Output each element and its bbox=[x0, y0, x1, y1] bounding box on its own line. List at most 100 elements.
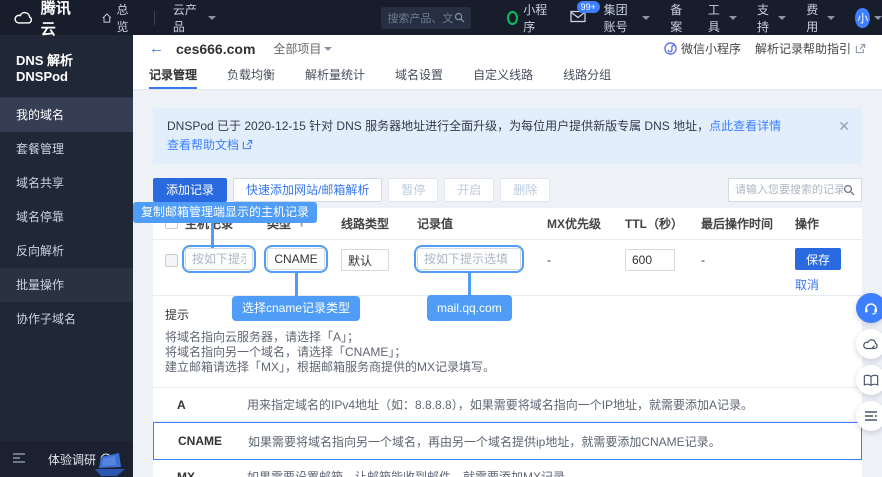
quick-add-button[interactable]: 快速添加网站/邮箱解析 bbox=[233, 178, 382, 202]
sidebar-item-domain-parking[interactable]: 域名停靠 bbox=[0, 200, 133, 234]
miniprogram-icon bbox=[507, 11, 518, 25]
survey-list-button[interactable] bbox=[856, 401, 882, 431]
banner-doc-link[interactable]: 查看帮助文档 bbox=[167, 138, 239, 152]
divider bbox=[154, 11, 155, 25]
tip-line: 将域名指向另一个域名，请选择「CNAME」； bbox=[165, 345, 850, 360]
record-value-input[interactable] bbox=[417, 248, 521, 270]
nav-messages[interactable]: 99+ bbox=[570, 10, 586, 26]
last-op-value: - bbox=[701, 248, 783, 267]
record-search-input[interactable] bbox=[735, 184, 843, 196]
project-filter-dropdown[interactable]: 全部项目 bbox=[273, 40, 332, 57]
save-button[interactable]: 保存 bbox=[795, 248, 841, 270]
chevron-down-icon[interactable] bbox=[874, 16, 882, 20]
sidebar-footer: 体验调研 bbox=[0, 441, 133, 477]
chevron-down-icon bbox=[827, 16, 835, 20]
tip-line: 将域名指向云服务器，请选择「A」； bbox=[165, 330, 850, 345]
wechat-miniprogram-link[interactable]: 微信小程序 bbox=[664, 40, 741, 57]
back-arrow-icon[interactable]: ← bbox=[149, 40, 164, 57]
record-search-box bbox=[728, 178, 862, 202]
host-input-highlight bbox=[182, 245, 256, 273]
chevron-down-icon bbox=[778, 16, 786, 20]
nav-group-account[interactable]: 集团账号 bbox=[604, 1, 651, 35]
row-checkbox bbox=[165, 254, 178, 267]
records-card: 主机记录 类型 线路类型 记录值 MX优先级 TTL（秒） 最后操作时间 操作 bbox=[153, 208, 862, 477]
record-type-row-mx: MX 如果需要设置邮箱，让邮箱能收到邮件，就需要添加MX记录。 bbox=[153, 460, 862, 477]
tip-line: 建立邮箱请选择「MX」，根据邮箱服务商提供的MX记录填写。 bbox=[165, 360, 850, 375]
column-mx: MX优先级 bbox=[547, 215, 625, 232]
nav-icp[interactable]: 备案 bbox=[670, 1, 688, 35]
nav-products[interactable]: 云产品 bbox=[173, 1, 217, 35]
brand-label: 腾讯云 bbox=[41, 0, 78, 39]
column-value: 记录值 bbox=[417, 215, 547, 232]
new-record-form-row: - - 保存 取消 bbox=[153, 240, 862, 296]
cloud-feedback-button[interactable] bbox=[856, 329, 882, 359]
documentation-button[interactable] bbox=[856, 365, 882, 395]
tab-line-groups[interactable]: 线路分组 bbox=[563, 62, 611, 89]
type-input-highlight bbox=[264, 245, 328, 273]
tab-record-management[interactable]: 记录管理 bbox=[149, 62, 197, 89]
nav-support[interactable]: 支持 bbox=[757, 1, 786, 35]
tooltip-connector-line bbox=[211, 222, 214, 248]
page-header: ← ces666.com 全部项目 微信小程序 解析记录帮助指引 bbox=[133, 35, 882, 62]
tooltip-connector-line bbox=[468, 272, 471, 297]
customer-service-button[interactable] bbox=[856, 293, 882, 323]
topbar: 腾讯云 总览 云产品 搜索产品、文档... 小程序 99+ 集团账号 备案 工具… bbox=[0, 0, 882, 35]
sidebar-item-domain-sharing[interactable]: 域名共享 bbox=[0, 166, 133, 200]
record-type-table: A 用来指定域名的IPv4地址（如：8.8.8.8），如果需要将域名指向一个IP… bbox=[153, 387, 862, 477]
floating-action-bar bbox=[856, 293, 882, 431]
tab-resolution-statistics[interactable]: 解析量统计 bbox=[305, 62, 365, 89]
user-avatar[interactable]: 小 bbox=[855, 8, 870, 28]
nav-miniprogram[interactable]: 小程序 bbox=[507, 1, 547, 35]
sidebar-item-batch-operations[interactable]: 批量操作 bbox=[0, 268, 133, 302]
ttl-input[interactable] bbox=[625, 249, 675, 271]
record-type-row-cname: CNAME 如果需要将域名指向另一个域名，再由另一个域名提供ip地址，就需要添加… bbox=[153, 422, 862, 460]
open-book-icon bbox=[863, 374, 879, 387]
home-icon bbox=[102, 12, 112, 24]
sidebar-item-plan-management[interactable]: 套餐管理 bbox=[0, 132, 133, 166]
column-ops: 操作 bbox=[783, 215, 850, 232]
tencent-cloud-logo[interactable]: 腾讯云 bbox=[14, 0, 78, 39]
delete-button[interactable]: 删除 bbox=[500, 178, 550, 202]
host-record-tooltip: 复制邮箱管理端显示的主机记录 bbox=[133, 202, 317, 223]
record-type-row-a: A 用来指定域名的IPv4地址（如：8.8.8.8），如果需要将域名指向一个IP… bbox=[153, 388, 862, 422]
pause-button[interactable]: 暂停 bbox=[388, 178, 438, 202]
record-help-link[interactable]: 解析记录帮助指引 bbox=[755, 40, 866, 57]
sidebar-item-reverse-dns[interactable]: 反向解析 bbox=[0, 234, 133, 268]
nav-tools[interactable]: 工具 bbox=[708, 1, 737, 35]
chevron-down-icon bbox=[729, 16, 737, 20]
tab-bar: 记录管理 负载均衡 解析量统计 域名设置 自定义线路 线路分组 bbox=[133, 62, 882, 90]
value-tooltip: mail.qq.com bbox=[427, 295, 512, 321]
cancel-link[interactable]: 取消 bbox=[795, 276, 850, 293]
tab-load-balancing[interactable]: 负载均衡 bbox=[227, 62, 275, 89]
record-toolbar: 添加记录 快速添加网站/邮箱解析 暂停 开启 删除 bbox=[153, 178, 862, 202]
list-icon bbox=[864, 410, 878, 422]
tab-domain-settings[interactable]: 域名设置 bbox=[395, 62, 443, 89]
external-link-icon bbox=[855, 43, 866, 54]
add-record-button[interactable]: 添加记录 bbox=[153, 178, 227, 202]
sidebar-title: DNS 解析 DNSPod bbox=[0, 35, 133, 98]
chevron-down-icon bbox=[208, 16, 216, 20]
collapse-sidebar-icon[interactable] bbox=[12, 452, 26, 467]
tab-custom-lines[interactable]: 自定义线路 bbox=[473, 62, 533, 89]
search-icon[interactable] bbox=[843, 184, 855, 196]
nav-overview[interactable]: 总览 bbox=[102, 1, 136, 35]
cloud-icon bbox=[14, 10, 34, 26]
close-icon[interactable]: ✕ bbox=[838, 117, 850, 136]
line-type-input[interactable] bbox=[341, 249, 389, 271]
upgrade-notice-banner: DNSPod 已于 2020-12-15 针对 DNS 服务器地址进行全面升级，… bbox=[153, 108, 862, 164]
start-button[interactable]: 开启 bbox=[444, 178, 494, 202]
sidebar-item-my-domains[interactable]: 我的域名 bbox=[0, 98, 133, 132]
mx-priority-value: - bbox=[547, 248, 625, 267]
column-last-op: 最后操作时间 bbox=[701, 215, 783, 232]
host-record-input[interactable] bbox=[185, 248, 253, 270]
headset-icon bbox=[863, 300, 879, 316]
wechat-miniprogram-icon bbox=[664, 42, 677, 55]
banner-detail-link[interactable]: 点此查看详情 bbox=[709, 119, 781, 133]
record-type-input[interactable] bbox=[267, 248, 325, 270]
nav-billing[interactable]: 费用 bbox=[806, 1, 835, 35]
global-search-input[interactable]: 搜索产品、文档... bbox=[381, 7, 471, 29]
sidebar-item-collaborative-subdomain[interactable]: 协作子域名 bbox=[0, 302, 133, 336]
type-tooltip: 选择cname记录类型 bbox=[232, 296, 360, 321]
content-area: DNSPod 已于 2020-12-15 针对 DNS 服务器地址进行全面升级，… bbox=[133, 90, 882, 477]
search-icon bbox=[454, 12, 465, 23]
